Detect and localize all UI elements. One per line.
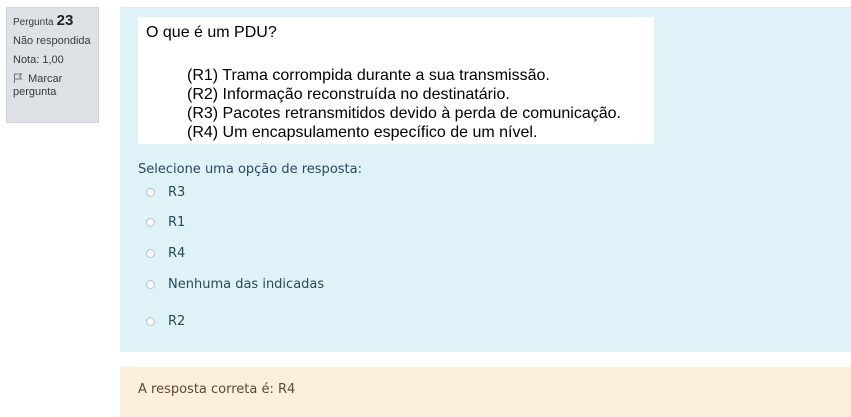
radio-button[interactable]: [146, 249, 155, 258]
radio-button[interactable]: [146, 218, 155, 227]
question-option-r1: (R1) Trama corrompida durante a sua tran…: [187, 67, 550, 84]
radio-button[interactable]: [146, 280, 155, 289]
question-grade: Nota: 1,00: [13, 54, 64, 66]
answer-label: R2: [168, 314, 186, 329]
answer-label: Nenhuma das indicadas: [168, 277, 325, 292]
question-image: O que é um PDU? (R1) Trama corrompida du…: [138, 17, 654, 144]
answer-label: R4: [168, 246, 186, 261]
question-status: Não respondida: [13, 35, 91, 47]
question-content: O que é um PDU? (R1) Trama corrompida du…: [120, 7, 851, 352]
correct-answer-feedback: A resposta correta é: R4: [120, 367, 851, 417]
answer-prompt: Selecione uma opção de resposta:: [138, 162, 362, 177]
question-option-r3: (R3) Pacotes retransmitidos devido à per…: [187, 105, 621, 122]
question-info-panel: Pergunta 23 Não respondida Nota: 1,00 Ma…: [6, 7, 99, 123]
question-number: Pergunta 23: [13, 12, 92, 29]
flag-label-line1: Marcar: [28, 73, 63, 85]
answer-label: R1: [168, 215, 186, 230]
answer-label: R3: [168, 185, 186, 200]
answer-option-none[interactable]: Nenhuma das indicadas: [146, 277, 324, 292]
answer-option-r1[interactable]: R1: [146, 215, 185, 230]
question-option-r2: (R2) Informação reconstruída no destinat…: [187, 86, 510, 103]
question-title: O que é um PDU?: [146, 24, 277, 41]
feedback-text: A resposta correta é: R4: [138, 382, 296, 397]
answer-option-r4[interactable]: R4: [146, 246, 185, 261]
flag-question-button[interactable]: Marcar pergunta: [13, 73, 92, 99]
question-number-value: 23: [56, 12, 74, 29]
answer-option-r2[interactable]: R2: [146, 314, 185, 329]
flag-label-line2: pergunta: [13, 86, 57, 98]
answer-option-r3[interactable]: R3: [146, 185, 185, 200]
radio-button[interactable]: [146, 317, 155, 326]
question-option-r4: (R4) Um encapsulamento específico de um …: [187, 124, 538, 141]
flag-icon: [14, 73, 23, 83]
radio-button[interactable]: [146, 188, 155, 197]
quiz-page: Pergunta 23 Não respondida Nota: 1,00 Ma…: [0, 0, 851, 417]
question-label: Pergunta: [13, 17, 54, 28]
